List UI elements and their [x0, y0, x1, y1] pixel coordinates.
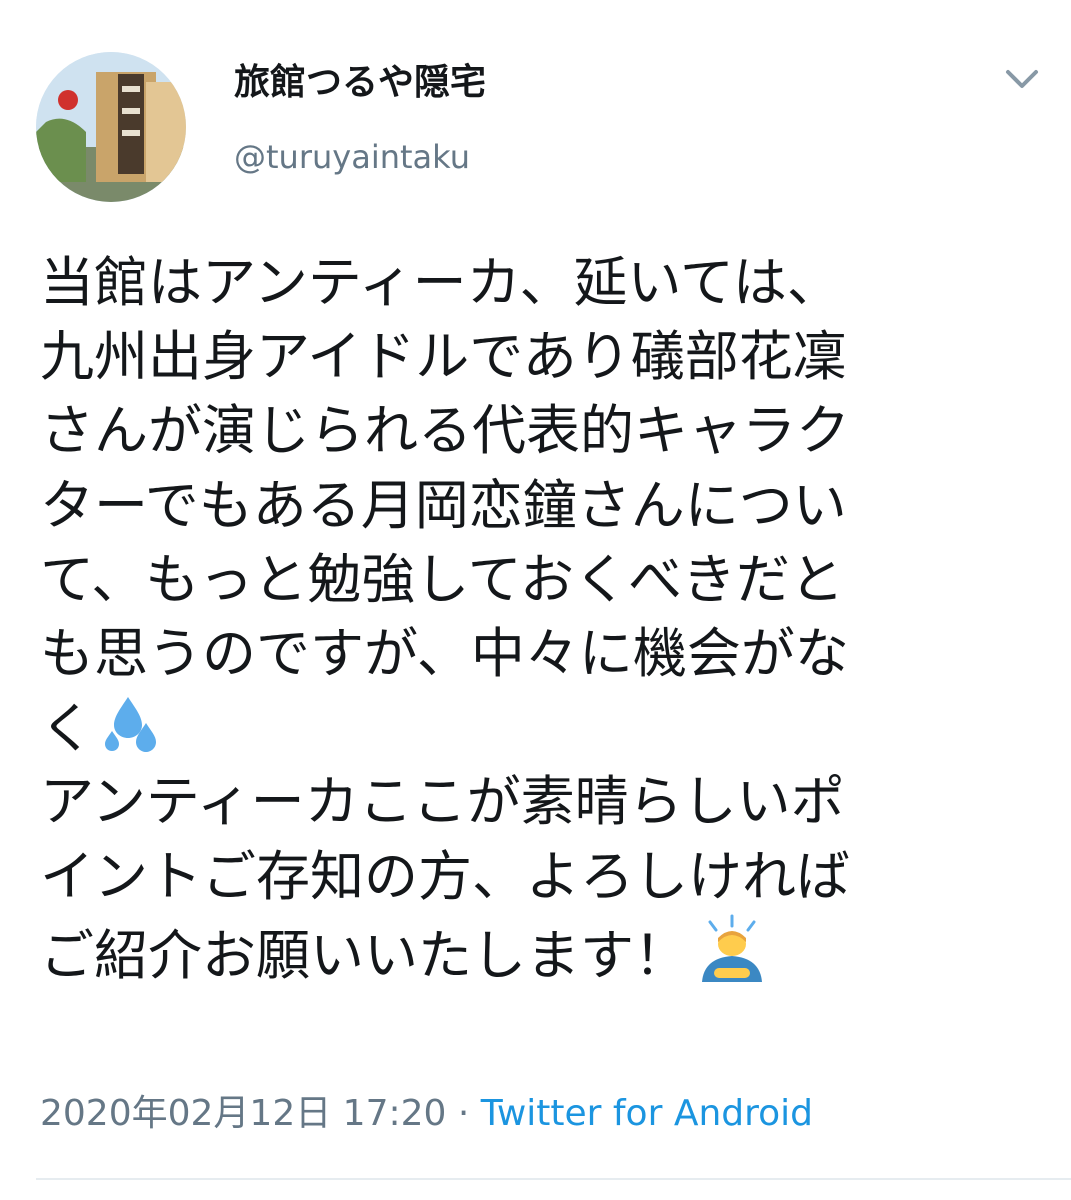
- tweet-text: 当館はアンティーカ、延いては、 九州出身アイドルであり礒部花凜 さんが演じられる…: [40, 246, 1040, 988]
- tweet-line-text: ご紹介お願いいたします！: [40, 923, 688, 987]
- divider: [36, 1178, 1071, 1180]
- avatar-image: [36, 52, 186, 202]
- tweet-line: さんが演じられる代表的キャラク: [40, 399, 850, 463]
- person-bowing-icon: [692, 914, 772, 1003]
- source-link[interactable]: Twitter for Android: [481, 1093, 813, 1134]
- tweet-line: 当館はアンティーカ、延いては、: [40, 251, 841, 314]
- timestamp[interactable]: 2020年02月12日 17:20: [40, 1093, 446, 1134]
- tweet-line-with-emoji: く: [40, 691, 1040, 765]
- meta-separator: ·: [446, 1093, 481, 1134]
- user-handle[interactable]: @turuyaintaku: [234, 134, 470, 180]
- tweet-line: アンティーカここが素晴らしいポ: [40, 770, 845, 834]
- sweat-droplets-icon: [98, 691, 164, 776]
- tweet-line: て、もっと勉強しておくべきだと: [40, 547, 845, 611]
- tweet-line-text: く: [40, 697, 94, 761]
- tweet-meta: 2020年02月12日 17:20 · Twitter for Android: [40, 1090, 813, 1138]
- tweet-line-with-emoji: ご紹介お願いいたします！: [40, 914, 1040, 988]
- tweet-line: 九州出身アイドルであり礒部花凜: [40, 325, 847, 389]
- display-name[interactable]: 旅館つるや隠宅: [234, 58, 486, 108]
- tweet-line: も思うのですが、中々に機会がな: [40, 621, 849, 685]
- avatar[interactable]: [36, 52, 186, 202]
- chevron-down-icon[interactable]: [1000, 62, 1044, 98]
- tweet-line: ターでもある月岡恋鐘さんについ: [40, 473, 847, 537]
- tweet-line: イントご存知の方、よろしければ: [40, 844, 850, 908]
